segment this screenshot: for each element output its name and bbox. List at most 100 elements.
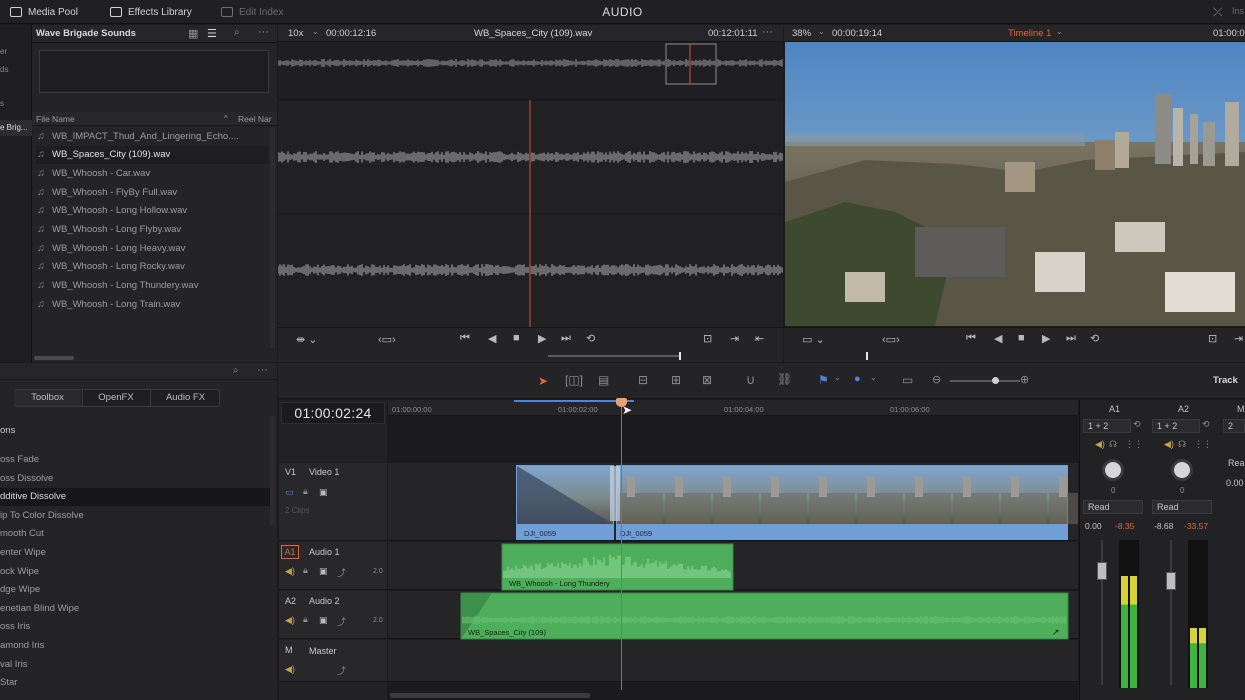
effect-list-item[interactable]: amond Iris xyxy=(0,637,270,655)
effects-scrollbar[interactable] xyxy=(270,416,275,526)
chevron-down-icon[interactable]: ⌄ xyxy=(1056,27,1063,36)
automation-mode[interactable]: Read xyxy=(1083,500,1143,514)
zoom-slider-handle[interactable] xyxy=(992,377,999,384)
timeline-timecode[interactable]: 01:00:02:24 xyxy=(281,402,385,424)
speaker-icon[interactable]: ◀) xyxy=(1095,439,1105,450)
effect-list-item[interactable]: mooth Cut xyxy=(0,525,270,543)
clip-nav-icon[interactable]: ‹▭› xyxy=(882,333,900,346)
effect-list-item[interactable]: Star xyxy=(0,674,270,692)
effect-list-item[interactable]: oss Fade xyxy=(0,451,270,469)
trim-tool-icon[interactable]: [◫] xyxy=(565,373,583,387)
zoom-out-icon[interactable]: ⊖ xyxy=(932,373,941,386)
sort-asc-icon[interactable]: ^ xyxy=(224,114,228,123)
effect-list-item[interactable]: val Iris xyxy=(0,656,270,674)
expand-icon[interactable]: ⤫ xyxy=(1213,5,1223,20)
file-list-item[interactable]: ♫ WB_Whoosh - Long Heavy.wav xyxy=(36,239,268,257)
route-select[interactable]: 2 xyxy=(1223,419,1245,433)
pan-knob[interactable] xyxy=(1102,459,1124,481)
headphones-icon[interactable]: ☊ xyxy=(1109,439,1117,450)
audio-clip-a2[interactable] xyxy=(460,592,1069,640)
track-name[interactable]: Master xyxy=(309,646,337,656)
tab-toolbox[interactable]: Toolbox xyxy=(14,390,81,406)
chevron-down-icon[interactable]: ⌄ xyxy=(312,27,319,36)
meters-icon[interactable]: ⋮⋮ xyxy=(1125,439,1143,450)
file-list-item[interactable]: ♫ WB_Whoosh - Long Train.wav xyxy=(36,295,268,313)
video-clip-b[interactable] xyxy=(616,465,1078,540)
lock-icon[interactable]: 🔒︎ xyxy=(303,486,308,497)
effect-list-item[interactable]: ock Wipe xyxy=(0,563,270,581)
clip-nav-icon[interactable]: ‹▭› xyxy=(378,333,396,346)
bin-label[interactable]: er xyxy=(0,47,7,56)
effect-list-item[interactable]: dge Wipe xyxy=(0,581,270,599)
timeline-view-icon[interactable]: ▭ xyxy=(902,373,913,387)
fader-handle[interactable] xyxy=(1166,572,1176,590)
selection-tool-icon[interactable]: ➤ xyxy=(538,374,548,388)
column-reel-name[interactable]: Reel Nar xyxy=(238,114,272,124)
track-name[interactable]: Video 1 xyxy=(309,467,339,477)
track-name[interactable]: Audio 1 xyxy=(309,547,340,557)
zoom-select[interactable]: 10x xyxy=(288,28,303,39)
snapping-icon[interactable]: ∪ xyxy=(746,372,756,388)
viewer-options-icon[interactable]: ▭ ⌄ xyxy=(802,333,825,346)
play-icon[interactable]: ▶ xyxy=(1042,332,1050,345)
speaker-icon[interactable]: ◀) xyxy=(1164,439,1174,450)
insert-clip-icon[interactable]: ⊟ xyxy=(638,373,648,387)
route-select[interactable]: 1 + 2 xyxy=(1083,419,1131,433)
search-icon[interactable]: ⌕ xyxy=(234,27,240,38)
lock-icon[interactable]: 🔒︎ xyxy=(303,614,308,625)
fade-handle-icon[interactable]: ↗ xyxy=(1052,628,1060,638)
track-id[interactable]: A2 xyxy=(285,596,296,606)
curve-icon[interactable]: ⤴ xyxy=(337,664,346,677)
chevron-down-icon[interactable]: ⌄ xyxy=(818,27,825,36)
marker-icon[interactable]: ● xyxy=(854,373,861,385)
chevron-down-icon[interactable]: ⌄ xyxy=(870,373,877,382)
jump-start-icon[interactable]: ⏮ xyxy=(966,332,976,345)
grid-view-icon[interactable]: ▦ xyxy=(188,27,198,40)
timeline-scrollbar[interactable] xyxy=(390,693,590,698)
lock-icon[interactable]: 🔒︎ xyxy=(303,565,308,576)
track-name[interactable]: Audio 2 xyxy=(309,596,340,606)
automation-mode[interactable]: Read xyxy=(1152,500,1212,514)
overwrite-clip-icon[interactable]: ⊞ xyxy=(671,373,681,387)
speaker-icon[interactable]: ◀) xyxy=(285,664,295,675)
stop-icon[interactable]: ■ xyxy=(1018,332,1025,344)
viewer-scrubber-handle[interactable] xyxy=(866,352,868,360)
file-list-item[interactable]: ♫ WB_Whoosh - FlyBy Full.wav xyxy=(36,183,268,201)
track-id[interactable]: A1 xyxy=(281,545,299,559)
link-icon[interactable]: ⛓ xyxy=(777,372,792,386)
auto-select-icon[interactable]: ▣ xyxy=(319,615,328,626)
headphones-icon[interactable]: ☊ xyxy=(1178,439,1186,450)
blade-tool-icon[interactable]: ▤ xyxy=(598,373,609,387)
viewer-zoom-select[interactable]: 38% xyxy=(792,28,811,39)
effect-list-item[interactable]: enetian Blind Wipe xyxy=(0,600,270,618)
effect-list-item[interactable]: oss Dissolve xyxy=(0,470,270,488)
play-icon[interactable]: ▶ xyxy=(538,332,546,345)
file-list-item[interactable]: ♫ WB_Whoosh - Long Thundery.wav xyxy=(36,277,268,295)
route-select[interactable]: 1 + 2 xyxy=(1152,419,1200,433)
fader-handle[interactable] xyxy=(1097,562,1107,580)
auto-select-icon[interactable]: ▣ xyxy=(319,566,328,577)
timeline-name[interactable]: Timeline 1 xyxy=(1008,28,1051,39)
tab-audio-fx[interactable]: Audio FX xyxy=(150,390,220,406)
match-frame-icon[interactable]: ⊡ xyxy=(703,332,712,345)
transition-handle[interactable] xyxy=(610,466,620,521)
effect-list-item[interactable]: enter Wipe xyxy=(0,544,270,562)
reset-icon[interactable]: ⟲ xyxy=(1133,419,1141,430)
loop-icon[interactable]: ⟲ xyxy=(586,332,595,345)
bin-label[interactable]: s xyxy=(0,99,4,108)
zoom-in-icon[interactable]: ⊕ xyxy=(1020,373,1029,386)
audio-tracks-icon[interactable]: ⇼ ⌄ xyxy=(296,333,318,346)
more-options-icon[interactable]: ··· xyxy=(762,26,773,38)
pan-knob[interactable] xyxy=(1171,459,1193,481)
zoom-slider[interactable] xyxy=(950,380,1020,382)
list-view-icon[interactable]: ☰ xyxy=(207,27,217,40)
file-list-item[interactable]: ♫ WB_Whoosh - Long Hollow.wav xyxy=(36,202,268,220)
tab-openfx[interactable]: OpenFX xyxy=(82,390,149,406)
curve-icon[interactable]: ⤴ xyxy=(337,615,346,628)
file-list-item[interactable]: ♫ WB_Whoosh - Long Flyby.wav xyxy=(36,221,268,239)
speaker-icon[interactable]: ◀) xyxy=(285,566,295,577)
effect-list-item[interactable]: oss Iris xyxy=(0,618,270,636)
chevron-down-icon[interactable]: ⌄ xyxy=(834,373,841,382)
more-options-icon[interactable]: ··· xyxy=(257,364,268,376)
effect-list-item[interactable]: ip To Color Dissolve xyxy=(0,507,270,525)
